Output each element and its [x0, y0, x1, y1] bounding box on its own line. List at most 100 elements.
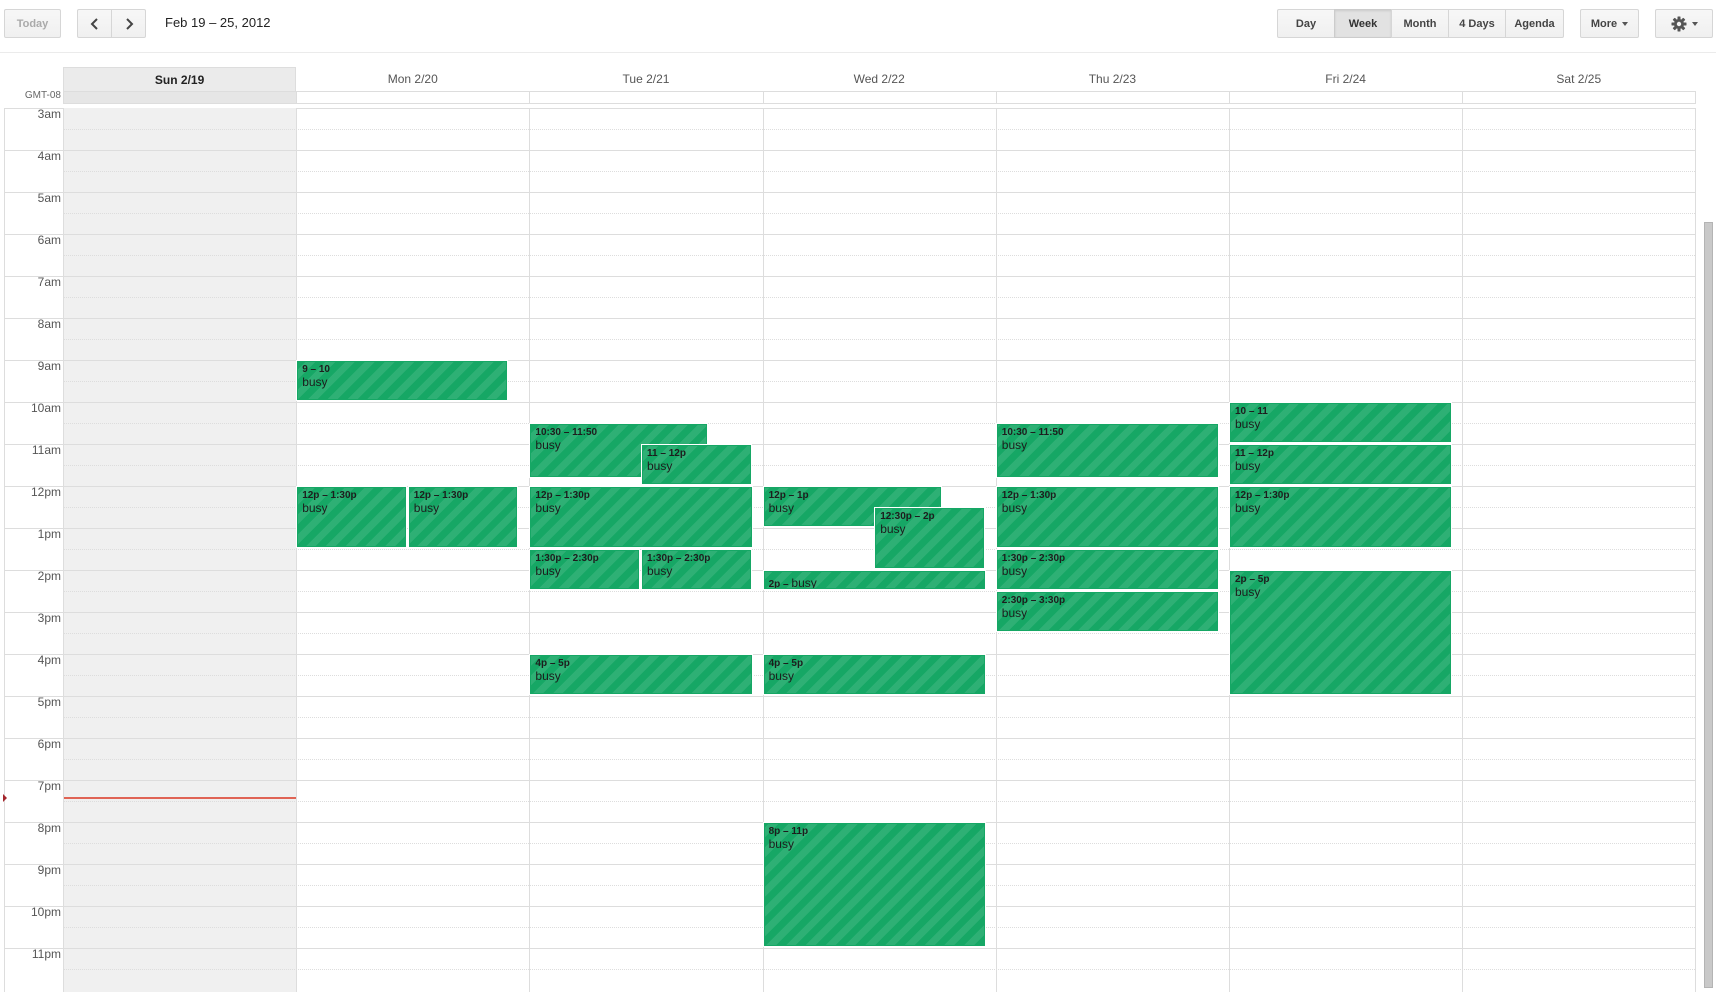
hour-label: 6am [37, 233, 61, 247]
hour-label: 1pm [37, 527, 61, 541]
event-title: busy [1235, 459, 1261, 473]
event-time: 10:30 – 11:50 [1001, 427, 1064, 438]
next-week-button[interactable] [111, 9, 146, 38]
view-4days-button[interactable]: 4 Days [1448, 9, 1506, 38]
view-month-button[interactable]: Month [1391, 9, 1449, 38]
chevron-right-icon [125, 17, 133, 30]
day-header[interactable]: Tue 2/21 [529, 67, 762, 91]
hour-label: 3am [37, 107, 61, 121]
calendar-event[interactable]: 12p – 1:30p busy [530, 487, 752, 547]
event-time: 2p – [768, 579, 792, 589]
day-header[interactable]: Fri 2/24 [1229, 67, 1462, 91]
day-header[interactable]: Sat 2/25 [1462, 67, 1695, 91]
hour-label: 3pm [37, 611, 61, 625]
hour-label: 4am [37, 149, 61, 163]
hour-gridline [4, 318, 1696, 319]
calendar-event[interactable]: 12p – 1:30p busy [996, 487, 1218, 547]
half-hour-gridline [63, 171, 1695, 172]
event-title: busy [1001, 501, 1028, 515]
half-hour-gridline [63, 717, 1695, 718]
event-title: busy [413, 501, 440, 515]
hour-gridline [4, 780, 1696, 781]
calendar-event[interactable]: 2:30p – 3:30p busy [996, 592, 1218, 631]
day-column[interactable] [1229, 108, 1462, 992]
today-button[interactable]: Today [4, 9, 61, 38]
event-title: busy [1001, 564, 1028, 578]
event-time: 9 – 10 [302, 364, 330, 375]
day-column[interactable] [63, 108, 297, 992]
hour-label: 5am [37, 191, 61, 205]
hour-label: 11pm [31, 947, 61, 961]
hour-gridline [4, 360, 1696, 361]
calendar-event[interactable]: 1:30p – 2:30p busy [996, 550, 1218, 589]
day-header[interactable]: Sun 2/19 [63, 67, 297, 91]
event-time: 2p – 5p [1235, 574, 1270, 585]
calendar-event[interactable]: 12p – 1:30p busy [1230, 487, 1452, 547]
all-day-cell[interactable] [296, 91, 531, 104]
calendar-event[interactable]: 2p – busy [763, 571, 985, 589]
day-header[interactable]: Wed 2/22 [763, 67, 996, 91]
day-header[interactable]: Mon 2/20 [296, 67, 529, 91]
calendar-event[interactable]: 11 – 12p busy [642, 445, 751, 484]
all-day-cell[interactable] [63, 91, 298, 104]
half-hour-gridline [63, 255, 1695, 256]
hour-gridline [4, 192, 1696, 193]
calendar-event[interactable]: 12:30p – 2p busy [875, 508, 984, 568]
event-title: busy [1235, 585, 1261, 599]
hour-label: 9am [37, 359, 61, 373]
hour-label: 10pm [30, 905, 61, 919]
calendar-event[interactable]: 1:30p – 2:30p busy [642, 550, 751, 589]
prev-week-button[interactable] [77, 9, 112, 38]
grid-scrollbar[interactable] [1704, 222, 1713, 988]
all-day-cell[interactable] [529, 91, 764, 104]
view-week-button[interactable]: Week [1334, 9, 1392, 38]
view-day-button[interactable]: Day [1277, 9, 1335, 38]
hour-label: 9pm [37, 863, 61, 877]
day-header[interactable]: Thu 2/23 [996, 67, 1229, 91]
half-hour-gridline [63, 297, 1695, 298]
calendar-event[interactable]: 4p – 5p busy [763, 655, 985, 694]
event-title: busy [1235, 501, 1261, 515]
view-agenda-button[interactable]: Agenda [1505, 9, 1564, 38]
calendar-event[interactable]: 12p – 1:30p busy [297, 487, 406, 547]
half-hour-gridline [63, 129, 1695, 130]
calendar-event[interactable]: 9 – 10 busy [297, 361, 508, 400]
all-day-cell[interactable] [762, 91, 997, 104]
event-time: 12p – 1:30p [1235, 490, 1290, 501]
event-time: 1:30p – 2:30p [1001, 553, 1066, 564]
event-time: 12p – 1:30p [535, 490, 590, 501]
calendar-event[interactable]: 10 – 11 busy [1230, 403, 1452, 442]
calendar-event[interactable]: 8p – 11p busy [763, 823, 985, 946]
settings-button[interactable] [1655, 9, 1713, 38]
event-time: 11 – 12p [1235, 448, 1274, 459]
event-title: busy [1235, 417, 1261, 431]
dropdown-caret-icon [1622, 21, 1629, 26]
hour-label: 11am [31, 443, 61, 457]
gear-icon [1671, 16, 1686, 31]
all-day-cell[interactable] [1462, 91, 1697, 104]
calendar-event[interactable]: 1:30p – 2:30p busy [530, 550, 639, 589]
half-hour-gridline [63, 339, 1695, 340]
dropdown-caret-icon [1691, 21, 1698, 26]
timezone-label: GMT-08 [24, 90, 61, 101]
calendar-event[interactable]: 10:30 – 11:50 busy [996, 424, 1218, 477]
event-title: busy [647, 564, 673, 578]
hour-label: 7am [37, 275, 61, 289]
hour-label: 2pm [37, 569, 61, 583]
all-day-cell[interactable] [995, 91, 1230, 104]
day-column[interactable] [296, 108, 529, 992]
event-title: busy [535, 501, 561, 515]
calendar-event[interactable]: 11 – 12p busy [1230, 445, 1452, 484]
calendar-event[interactable]: 12p – 1:30p busy [408, 487, 518, 547]
calendar-event[interactable]: 4p – 5p busy [530, 655, 752, 694]
more-button[interactable]: More [1580, 9, 1639, 38]
day-column[interactable] [1462, 108, 1695, 992]
all-day-cell[interactable] [1229, 91, 1464, 104]
hour-label: 4pm [37, 653, 61, 667]
calendar-event[interactable]: 2p – 5p busy [1230, 571, 1452, 694]
event-title: busy [880, 522, 906, 536]
current-time-line [64, 796, 297, 799]
hour-label: 5pm [37, 695, 61, 709]
hour-gridline [4, 276, 1696, 277]
hour-label: 10am [30, 401, 61, 415]
